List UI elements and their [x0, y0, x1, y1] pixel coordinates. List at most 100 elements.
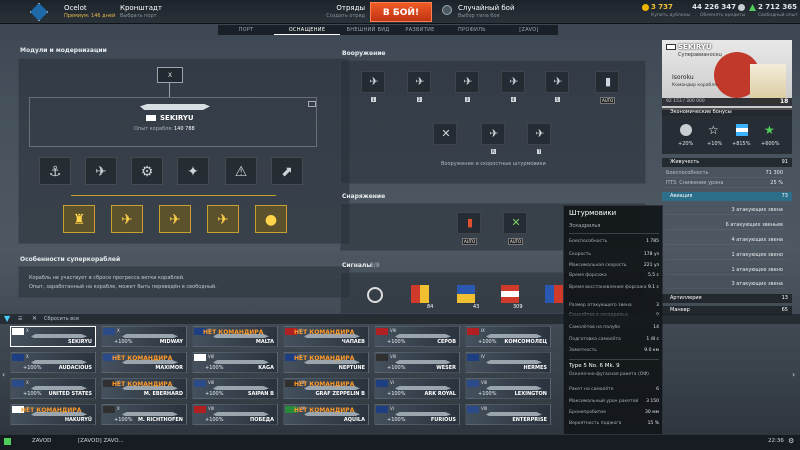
player-emblem-icon[interactable]: [30, 3, 48, 21]
aircraft-icon: ✈: [553, 75, 563, 88]
ship-card[interactable]: IV HERMES: [465, 352, 551, 373]
port-select-label[interactable]: Выбрать порт: [120, 13, 157, 19]
aviation-header[interactable]: Авиация 73: [662, 192, 792, 201]
tab-equipment[interactable]: ОСНАЩЕНИЕ: [274, 25, 340, 35]
module-slot-6[interactable]: ⬈: [271, 157, 303, 185]
clan-label[interactable]: ZAVOD: [32, 438, 51, 444]
ship-card[interactable]: VIII НЕТ КОМАНДИРА AQUILA: [283, 404, 369, 425]
ship-tier: VIII: [390, 354, 397, 359]
armament-slot-5[interactable]: ✈ 5: [545, 71, 569, 102]
armament-slot-3[interactable]: ✈ 3: [455, 71, 479, 102]
armament-slot-aa[interactable]: ▮ AUTO: [595, 71, 619, 104]
aviation-row: 3 атакующих звена: [666, 280, 786, 289]
armament-sub-slot-3[interactable]: ✈ T: [527, 123, 551, 154]
ship-card[interactable]: X НЕТ КОМАНДИРА MAXIMOR: [101, 352, 187, 373]
signal-flag-4[interactable]: [545, 285, 563, 303]
ship-card[interactable]: X НЕТ КОМАНДИРА ЧАПАЕВ: [283, 326, 369, 347]
ship-card[interactable]: VIII НЕТ КОМАНДИРА GRAF ZEPPELIN B: [283, 378, 369, 399]
carousel-right-arrow[interactable]: ›: [792, 370, 795, 379]
survivability-header[interactable]: Живучесть 91: [662, 158, 792, 167]
freexp-sub[interactable]: Свободный опыт: [758, 13, 798, 18]
module-slot-1[interactable]: ⚓: [39, 157, 71, 185]
gold-amount[interactable]: 3 737: [651, 3, 673, 11]
battle-button[interactable]: В БОЙ!: [370, 2, 432, 22]
upgrade-slot-3[interactable]: ✈: [159, 205, 191, 233]
armament-slot-2[interactable]: ✈ 2: [407, 71, 431, 102]
battle-type-icon[interactable]: [442, 5, 452, 15]
ship-card[interactable]: VIII +100% СЕРОВ: [374, 326, 460, 347]
credits-amount[interactable]: 44 226 347: [690, 3, 736, 11]
credits-sub[interactable]: Обменять кредиты: [700, 13, 745, 18]
filter-reset-icon[interactable]: ✕: [32, 315, 37, 322]
artillery-header[interactable]: Артиллерия 13: [662, 294, 792, 303]
squad-create-label[interactable]: Создать отряд: [305, 13, 365, 19]
consumable-slot-1[interactable]: ▮ AUTO: [457, 212, 481, 245]
port-name[interactable]: Кронштадт: [120, 4, 162, 12]
module-slot-2[interactable]: ✈: [85, 157, 117, 185]
ship-card[interactable]: VIII +100% ПОБЕДА: [192, 404, 278, 425]
tab-exterior[interactable]: ВНЕШНИЙ ВИД: [340, 25, 396, 35]
upgrade-slot-5[interactable]: ●: [255, 205, 287, 233]
ship-card[interactable]: VIII +100% KAGA: [192, 352, 278, 373]
chat-icon[interactable]: [4, 438, 11, 445]
ship-card[interactable]: VIII +100% WESER: [374, 352, 460, 373]
filter-icon[interactable]: ▼: [4, 314, 10, 323]
gold-sub[interactable]: Купить дублоны: [651, 13, 690, 18]
signal-flag-3[interactable]: [501, 285, 519, 303]
ship-card[interactable]: VIII ENTERPRISE: [465, 404, 551, 425]
tab-clan[interactable]: [ZAVO]: [500, 25, 558, 35]
ship-card[interactable]: X SEKIRYU: [10, 326, 96, 347]
upgrade-slot-2[interactable]: ✈: [111, 205, 143, 233]
no-signal-icon[interactable]: [367, 287, 383, 303]
ship-card[interactable]: IX +100% КОМСОМОЛЕЦ: [465, 326, 551, 347]
camera-icon[interactable]: [308, 101, 316, 107]
ship-card[interactable]: VI +100% ARK ROYAL: [374, 378, 460, 399]
armament-sub-slot-1[interactable]: ✕: [433, 123, 457, 145]
ship-card[interactable]: X НЕТ КОМАНДИРА NEPTUNE: [283, 352, 369, 373]
hull-module-slot[interactable]: X: [157, 67, 183, 83]
carousel-left-arrow[interactable]: ‹: [2, 370, 5, 379]
chat-channel[interactable]: [ZAVOD] ZAVO...: [78, 438, 124, 444]
ship-card[interactable]: X +100% UNITED STATES: [10, 378, 96, 399]
ship-card[interactable]: X НЕТ КОМАНДИРА M. EBERHARD: [101, 378, 187, 399]
signal-flag-2[interactable]: [457, 285, 475, 303]
module-slot-4[interactable]: ✦: [177, 157, 209, 185]
eco-title[interactable]: Экономические бонусы: [670, 109, 732, 115]
tab-profile[interactable]: ПРОФИЛЬ: [444, 25, 500, 35]
ship-tier: VI: [390, 406, 394, 411]
battle-type[interactable]: Случайный бой: [458, 4, 515, 12]
signal-flag-1[interactable]: [411, 285, 429, 303]
modules-panel: X SEKIRYU Опыт корабля: 140 788 ⚓ ✈ ⚙ ✦ …: [18, 58, 350, 244]
squad-label[interactable]: Отряды: [305, 4, 365, 12]
module-slot-5[interactable]: ⚠: [225, 157, 257, 185]
ship-card[interactable]: X +100% MIDWAY: [101, 326, 187, 347]
player-name[interactable]: Ocelot: [64, 4, 87, 12]
module-slot-3[interactable]: ⚙: [131, 157, 163, 185]
ship-card[interactable]: X +100% AUDACIOUS: [10, 352, 96, 373]
ship-tier: VIII: [390, 328, 397, 333]
aviation-title: Авиация: [670, 193, 693, 199]
tab-port[interactable]: ПОРТ: [218, 25, 274, 35]
armament-slot-1[interactable]: ✈ 1: [361, 71, 385, 102]
ship-card[interactable]: VI +100% FURIOUS: [374, 404, 460, 425]
upgrade-slot-4[interactable]: ✈: [207, 205, 239, 233]
ship-card[interactable]: VIII +100% LEXINGTON: [465, 378, 551, 399]
aircraft-icon: ✈: [463, 75, 473, 88]
ship-card[interactable]: VIII +100% SAIPAN B: [192, 378, 278, 399]
consumable-slot-2[interactable]: ✕ AUTO: [503, 212, 527, 245]
freexp-amount[interactable]: 2 712 365: [758, 3, 797, 11]
tab-development[interactable]: РАЗВИТИЕ: [396, 25, 444, 35]
filter-types-icon[interactable]: ☰: [18, 316, 22, 322]
ship-card[interactable]: X +100% M. RICHTHOFEN: [101, 404, 187, 425]
ship-card[interactable]: X НЕТ КОМАНДИРА MALTA: [192, 326, 278, 347]
commander-name[interactable]: Isoroku: [672, 74, 694, 81]
battle-type-sub[interactable]: Выбор типа боя: [458, 13, 500, 19]
armament-slot-4[interactable]: ✈ 4: [501, 71, 525, 102]
settings-icon[interactable]: ⚙: [788, 437, 794, 445]
ship-silhouette: [395, 360, 451, 364]
ship-card[interactable]: X НЕТ КОМАНДИРА HAKURYŪ: [10, 404, 96, 425]
filter-reset[interactable]: Сбросить все: [44, 316, 79, 322]
upgrade-slot-1[interactable]: ♜: [63, 205, 95, 233]
armament-sub-slot-2[interactable]: ✈ R: [481, 123, 505, 154]
slot-badge: 2: [417, 97, 422, 102]
